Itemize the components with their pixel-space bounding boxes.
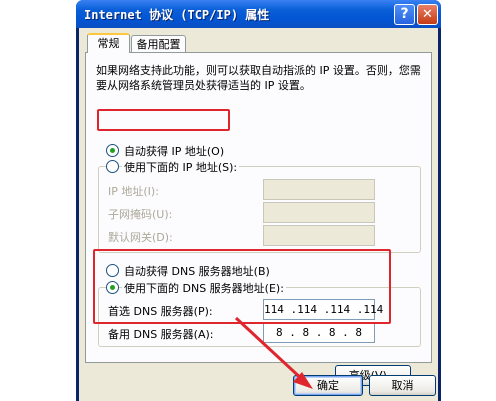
- arrow-annotation: [234, 316, 313, 389]
- tab-general[interactable]: 常规: [87, 33, 130, 53]
- arrow-line: [234, 316, 306, 383]
